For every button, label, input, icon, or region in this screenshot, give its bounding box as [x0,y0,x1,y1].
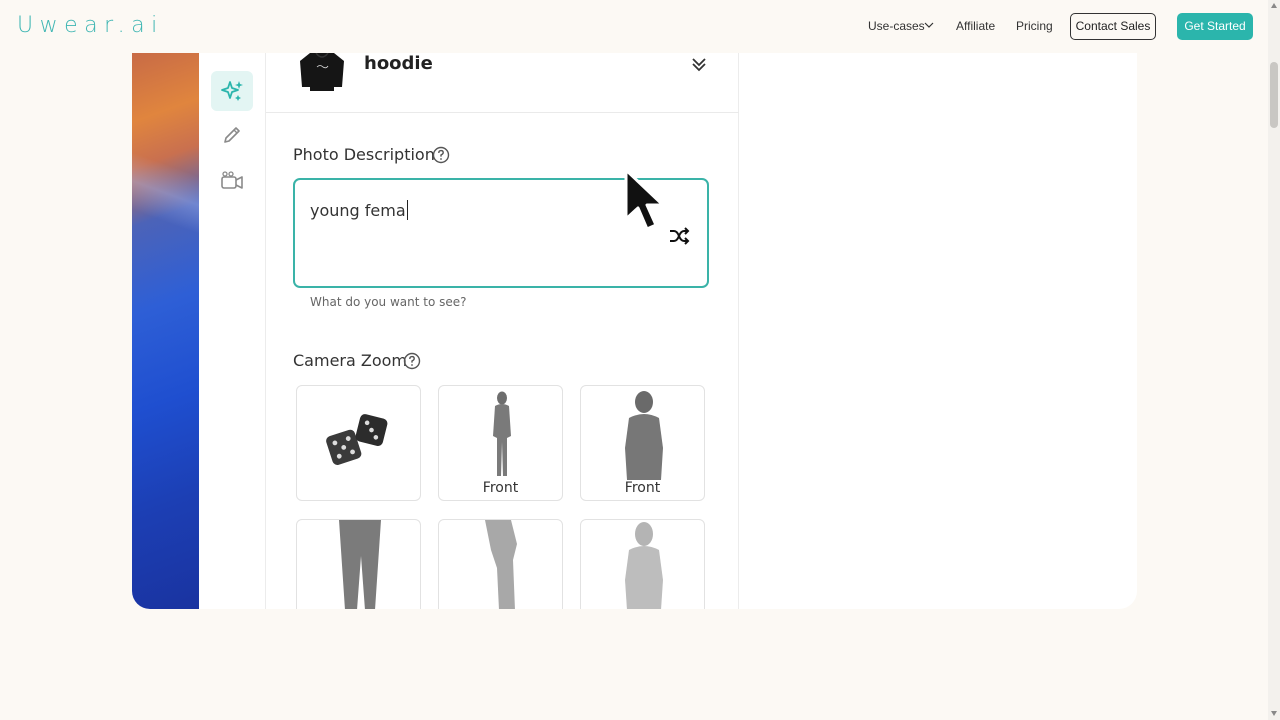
text-caret [406,200,409,220]
logo[interactable]: Uwear.ai [17,13,164,38]
site-header: Uwear.ai Use-cases Affiliate Pricing Con… [0,0,1268,53]
camera-zoom-option-half-body[interactable]: Front [580,385,705,501]
legs-figure-icon [339,520,381,609]
camera-zoom-option-back[interactable] [580,519,705,609]
side-figure-icon [485,520,517,609]
camera-zoom-option-label: Front [482,480,519,496]
camera-zoom-label: Camera Zoom [293,351,407,370]
dice-icon [326,414,388,465]
video-camera-icon [221,171,243,189]
camera-zoom-option-side[interactable] [438,519,563,609]
photo-description-label: Photo Description [293,145,435,164]
help-icon[interactable] [432,146,450,164]
edit-tool-button[interactable] [211,115,253,155]
camera-zoom-option-legs[interactable] [296,519,421,609]
mouse-cursor-icon [624,168,665,231]
chevron-down-icon[interactable] [924,20,934,30]
double-chevron-down-icon[interactable] [690,55,708,73]
help-icon[interactable] [403,352,421,370]
page-scrollbar[interactable] [1268,0,1280,720]
camera-zoom-option-label: Front [624,480,661,496]
video-tool-button[interactable] [211,161,253,201]
product-selector[interactable]: hoodie [266,53,739,113]
half-body-figure-icon [625,391,663,480]
back-figure-icon [625,522,663,609]
nav-pricing[interactable]: Pricing [1016,19,1053,33]
camera-zoom-option-random[interactable] [296,385,421,501]
photo-description-hint: What do you want to see? [310,295,467,309]
get-started-button[interactable]: Get Started [1177,13,1253,40]
pencil-icon [224,127,240,143]
product-name: hoodie [364,53,433,74]
nav-affiliate[interactable]: Affiliate [956,19,995,33]
demo-frame: hoodie Photo Description young fema What… [132,53,1137,609]
scroll-up-arrow-icon[interactable] [1271,3,1277,8]
camera-zoom-option-full-body[interactable]: Front [438,385,563,501]
photo-description-value: young fema [310,201,406,220]
scroll-thumb[interactable] [1270,62,1278,128]
desktop-wallpaper [132,53,199,609]
tool-rail [199,53,266,609]
generate-tool-button[interactable] [211,71,253,111]
scroll-down-arrow-icon[interactable] [1271,711,1277,716]
generation-panel: hoodie Photo Description young fema What… [266,53,739,609]
nav-use-cases[interactable]: Use-cases [868,19,925,33]
hoodie-thumbnail-icon [300,53,344,91]
sparkles-icon [221,81,243,101]
full-body-figure-icon [493,391,511,476]
contact-sales-button[interactable]: Contact Sales [1070,13,1156,40]
